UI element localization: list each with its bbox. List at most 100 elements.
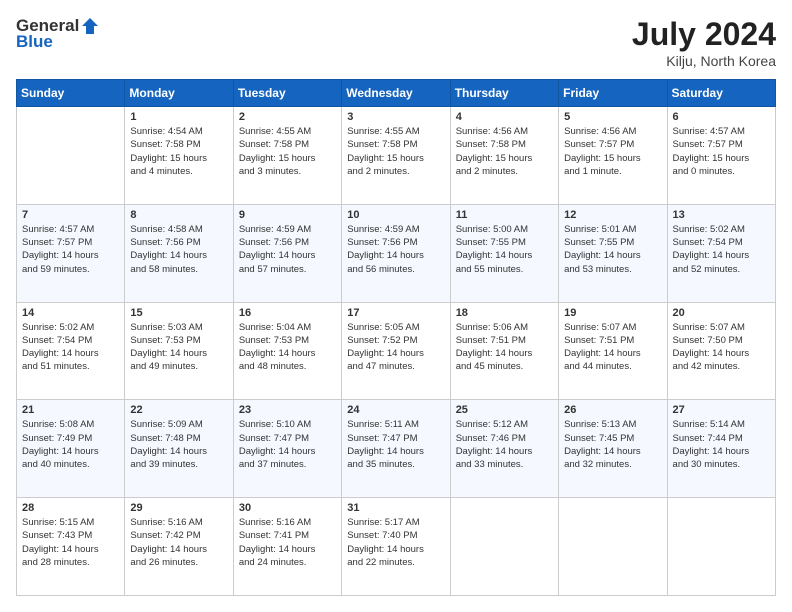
calendar-cell: 24Sunrise: 5:11 AMSunset: 7:47 PMDayligh… — [342, 400, 450, 498]
day-info: Sunrise: 5:07 AMSunset: 7:50 PMDaylight:… — [673, 321, 770, 374]
day-number: 11 — [456, 209, 553, 221]
calendar-cell: 29Sunrise: 5:16 AMSunset: 7:42 PMDayligh… — [125, 498, 233, 596]
day-number: 6 — [673, 111, 770, 123]
day-info: Sunrise: 5:16 AMSunset: 7:41 PMDaylight:… — [239, 516, 336, 569]
day-number: 12 — [564, 209, 661, 221]
calendar-cell: 15 Sunrise: 5:03 AMSunset: 7:53 PMDayligh… — [125, 302, 233, 400]
day-info: Sunrise: 5:10 AMSunset: 7:47 PMDaylight:… — [239, 418, 336, 471]
day-info: Sunrise: 5:08 AMSunset: 7:49 PMDaylight:… — [22, 418, 119, 471]
calendar-cell: 1 Sunrise: 4:54 AMSunset: 7:58 PMDaylight… — [125, 107, 233, 205]
title-block: July 2024 Kilju, North Korea — [632, 16, 776, 69]
day-number: 7 — [22, 209, 119, 221]
day-info: Sunrise: 4:58 AMSunset: 7:56 PMDaylight:… — [130, 223, 227, 276]
calendar-cell: 30Sunrise: 5:16 AMSunset: 7:41 PMDayligh… — [233, 498, 341, 596]
calendar-cell: 16Sunrise: 5:04 AMSunset: 7:53 PMDayligh… — [233, 302, 341, 400]
calendar-cell: 31Sunrise: 5:17 AMSunset: 7:40 PMDayligh… — [342, 498, 450, 596]
day-number: 3 — [347, 111, 444, 123]
col-sunday: Sunday — [17, 80, 125, 107]
calendar-cell: 28 Sunrise: 5:15 AMSunset: 7:43 PMDayligh… — [17, 498, 125, 596]
day-info: Sunrise: 5:02 AMSunset: 7:54 PMDaylight:… — [673, 223, 770, 276]
day-number: 13 — [673, 209, 770, 221]
calendar-cell: 20 Sunrise: 5:07 AMSunset: 7:50 PMDayligh… — [667, 302, 775, 400]
day-number: 15 — [130, 307, 227, 319]
day-number: 8 — [130, 209, 227, 221]
calendar-week-5: 28 Sunrise: 5:15 AMSunset: 7:43 PMDayligh… — [17, 498, 776, 596]
day-info: Sunrise: 5:15 AMSunset: 7:43 PMDaylight:… — [22, 516, 119, 569]
calendar-cell: 9Sunrise: 4:59 AMSunset: 7:56 PMDaylight… — [233, 204, 341, 302]
day-number: 14 — [22, 307, 119, 319]
calendar-cell: 11 Sunrise: 5:00 AMSunset: 7:55 PMDayligh… — [450, 204, 558, 302]
col-thursday: Thursday — [450, 80, 558, 107]
header: General Blue July 2024 Kilju, North Kore… — [16, 16, 776, 69]
calendar-cell: 18Sunrise: 5:06 AMSunset: 7:51 PMDayligh… — [450, 302, 558, 400]
page: General Blue July 2024 Kilju, North Kore… — [0, 0, 792, 612]
day-info: Sunrise: 4:57 AMSunset: 7:57 PMDaylight:… — [673, 125, 770, 178]
calendar-cell: 10Sunrise: 4:59 AMSunset: 7:56 PMDayligh… — [342, 204, 450, 302]
calendar-cell: 26Sunrise: 5:13 AMSunset: 7:45 PMDayligh… — [559, 400, 667, 498]
calendar-cell: 22 Sunrise: 5:09 AMSunset: 7:48 PMDayligh… — [125, 400, 233, 498]
day-info: Sunrise: 5:01 AMSunset: 7:55 PMDaylight:… — [564, 223, 661, 276]
day-info: Sunrise: 5:03 AMSunset: 7:53 PMDaylight:… — [130, 321, 227, 374]
calendar-cell: 7 Sunrise: 4:57 AMSunset: 7:57 PMDaylight… — [17, 204, 125, 302]
calendar-table: Sunday Monday Tuesday Wednesday Thursday… — [16, 79, 776, 596]
calendar-cell: 23 Sunrise: 5:10 AMSunset: 7:47 PMDayligh… — [233, 400, 341, 498]
day-number: 16 — [239, 307, 336, 319]
day-info: Sunrise: 5:07 AMSunset: 7:51 PMDaylight:… — [564, 321, 661, 374]
day-info: Sunrise: 5:06 AMSunset: 7:51 PMDaylight:… — [456, 321, 553, 374]
calendar-cell: 3 Sunrise: 4:55 AMSunset: 7:58 PMDaylight… — [342, 107, 450, 205]
day-number: 21 — [22, 404, 119, 416]
day-info: Sunrise: 4:59 AMSunset: 7:56 PMDaylight:… — [239, 223, 336, 276]
day-info: Sunrise: 4:54 AMSunset: 7:58 PMDaylight:… — [130, 125, 227, 178]
calendar-cell: 5 Sunrise: 4:56 AMSunset: 7:57 PMDaylight… — [559, 107, 667, 205]
logo: General Blue — [16, 16, 101, 52]
day-info: Sunrise: 5:09 AMSunset: 7:48 PMDaylight:… — [130, 418, 227, 471]
day-info: Sunrise: 5:00 AMSunset: 7:55 PMDaylight:… — [456, 223, 553, 276]
logo-icon — [80, 16, 100, 36]
day-info: Sunrise: 5:11 AMSunset: 7:47 PMDaylight:… — [347, 418, 444, 471]
day-info: Sunrise: 5:02 AMSunset: 7:54 PMDaylight:… — [22, 321, 119, 374]
col-friday: Friday — [559, 80, 667, 107]
day-number: 2 — [239, 111, 336, 123]
calendar-header-row: Sunday Monday Tuesday Wednesday Thursday… — [17, 80, 776, 107]
calendar-cell: 8 Sunrise: 4:58 AMSunset: 7:56 PMDaylight… — [125, 204, 233, 302]
calendar-cell — [17, 107, 125, 205]
calendar-cell — [559, 498, 667, 596]
day-info: Sunrise: 5:05 AMSunset: 7:52 PMDaylight:… — [347, 321, 444, 374]
day-number: 4 — [456, 111, 553, 123]
day-info: Sunrise: 4:55 AMSunset: 7:58 PMDaylight:… — [239, 125, 336, 178]
day-number: 19 — [564, 307, 661, 319]
calendar-week-1: 1 Sunrise: 4:54 AMSunset: 7:58 PMDaylight… — [17, 107, 776, 205]
day-number: 10 — [347, 209, 444, 221]
day-number: 25 — [456, 404, 553, 416]
calendar-cell: 21 Sunrise: 5:08 AMSunset: 7:49 PMDayligh… — [17, 400, 125, 498]
day-number: 20 — [673, 307, 770, 319]
day-info: Sunrise: 5:14 AMSunset: 7:44 PMDaylight:… — [673, 418, 770, 471]
day-number: 5 — [564, 111, 661, 123]
calendar-location: Kilju, North Korea — [632, 53, 776, 69]
day-number: 28 — [22, 502, 119, 514]
day-number: 26 — [564, 404, 661, 416]
day-info: Sunrise: 4:56 AMSunset: 7:58 PMDaylight:… — [456, 125, 553, 178]
day-number: 1 — [130, 111, 227, 123]
calendar-week-3: 14 Sunrise: 5:02 AMSunset: 7:54 PMDayligh… — [17, 302, 776, 400]
day-info: Sunrise: 5:17 AMSunset: 7:40 PMDaylight:… — [347, 516, 444, 569]
day-number: 29 — [130, 502, 227, 514]
calendar-week-2: 7 Sunrise: 4:57 AMSunset: 7:57 PMDaylight… — [17, 204, 776, 302]
day-info: Sunrise: 4:57 AMSunset: 7:57 PMDaylight:… — [22, 223, 119, 276]
day-info: Sunrise: 4:56 AMSunset: 7:57 PMDaylight:… — [564, 125, 661, 178]
day-number: 27 — [673, 404, 770, 416]
calendar-cell — [450, 498, 558, 596]
logo-blue: Blue — [16, 32, 53, 52]
calendar-cell: 2 Sunrise: 4:55 AMSunset: 7:58 PMDaylight… — [233, 107, 341, 205]
day-number: 23 — [239, 404, 336, 416]
calendar-cell: 13 Sunrise: 5:02 AMSunset: 7:54 PMDayligh… — [667, 204, 775, 302]
col-wednesday: Wednesday — [342, 80, 450, 107]
calendar-cell: 17Sunrise: 5:05 AMSunset: 7:52 PMDayligh… — [342, 302, 450, 400]
calendar-cell — [667, 498, 775, 596]
day-info: Sunrise: 4:55 AMSunset: 7:58 PMDaylight:… — [347, 125, 444, 178]
day-number: 22 — [130, 404, 227, 416]
calendar-cell: 27 Sunrise: 5:14 AMSunset: 7:44 PMDayligh… — [667, 400, 775, 498]
col-saturday: Saturday — [667, 80, 775, 107]
calendar-cell: 4 Sunrise: 4:56 AMSunset: 7:58 PMDaylight… — [450, 107, 558, 205]
col-tuesday: Tuesday — [233, 80, 341, 107]
